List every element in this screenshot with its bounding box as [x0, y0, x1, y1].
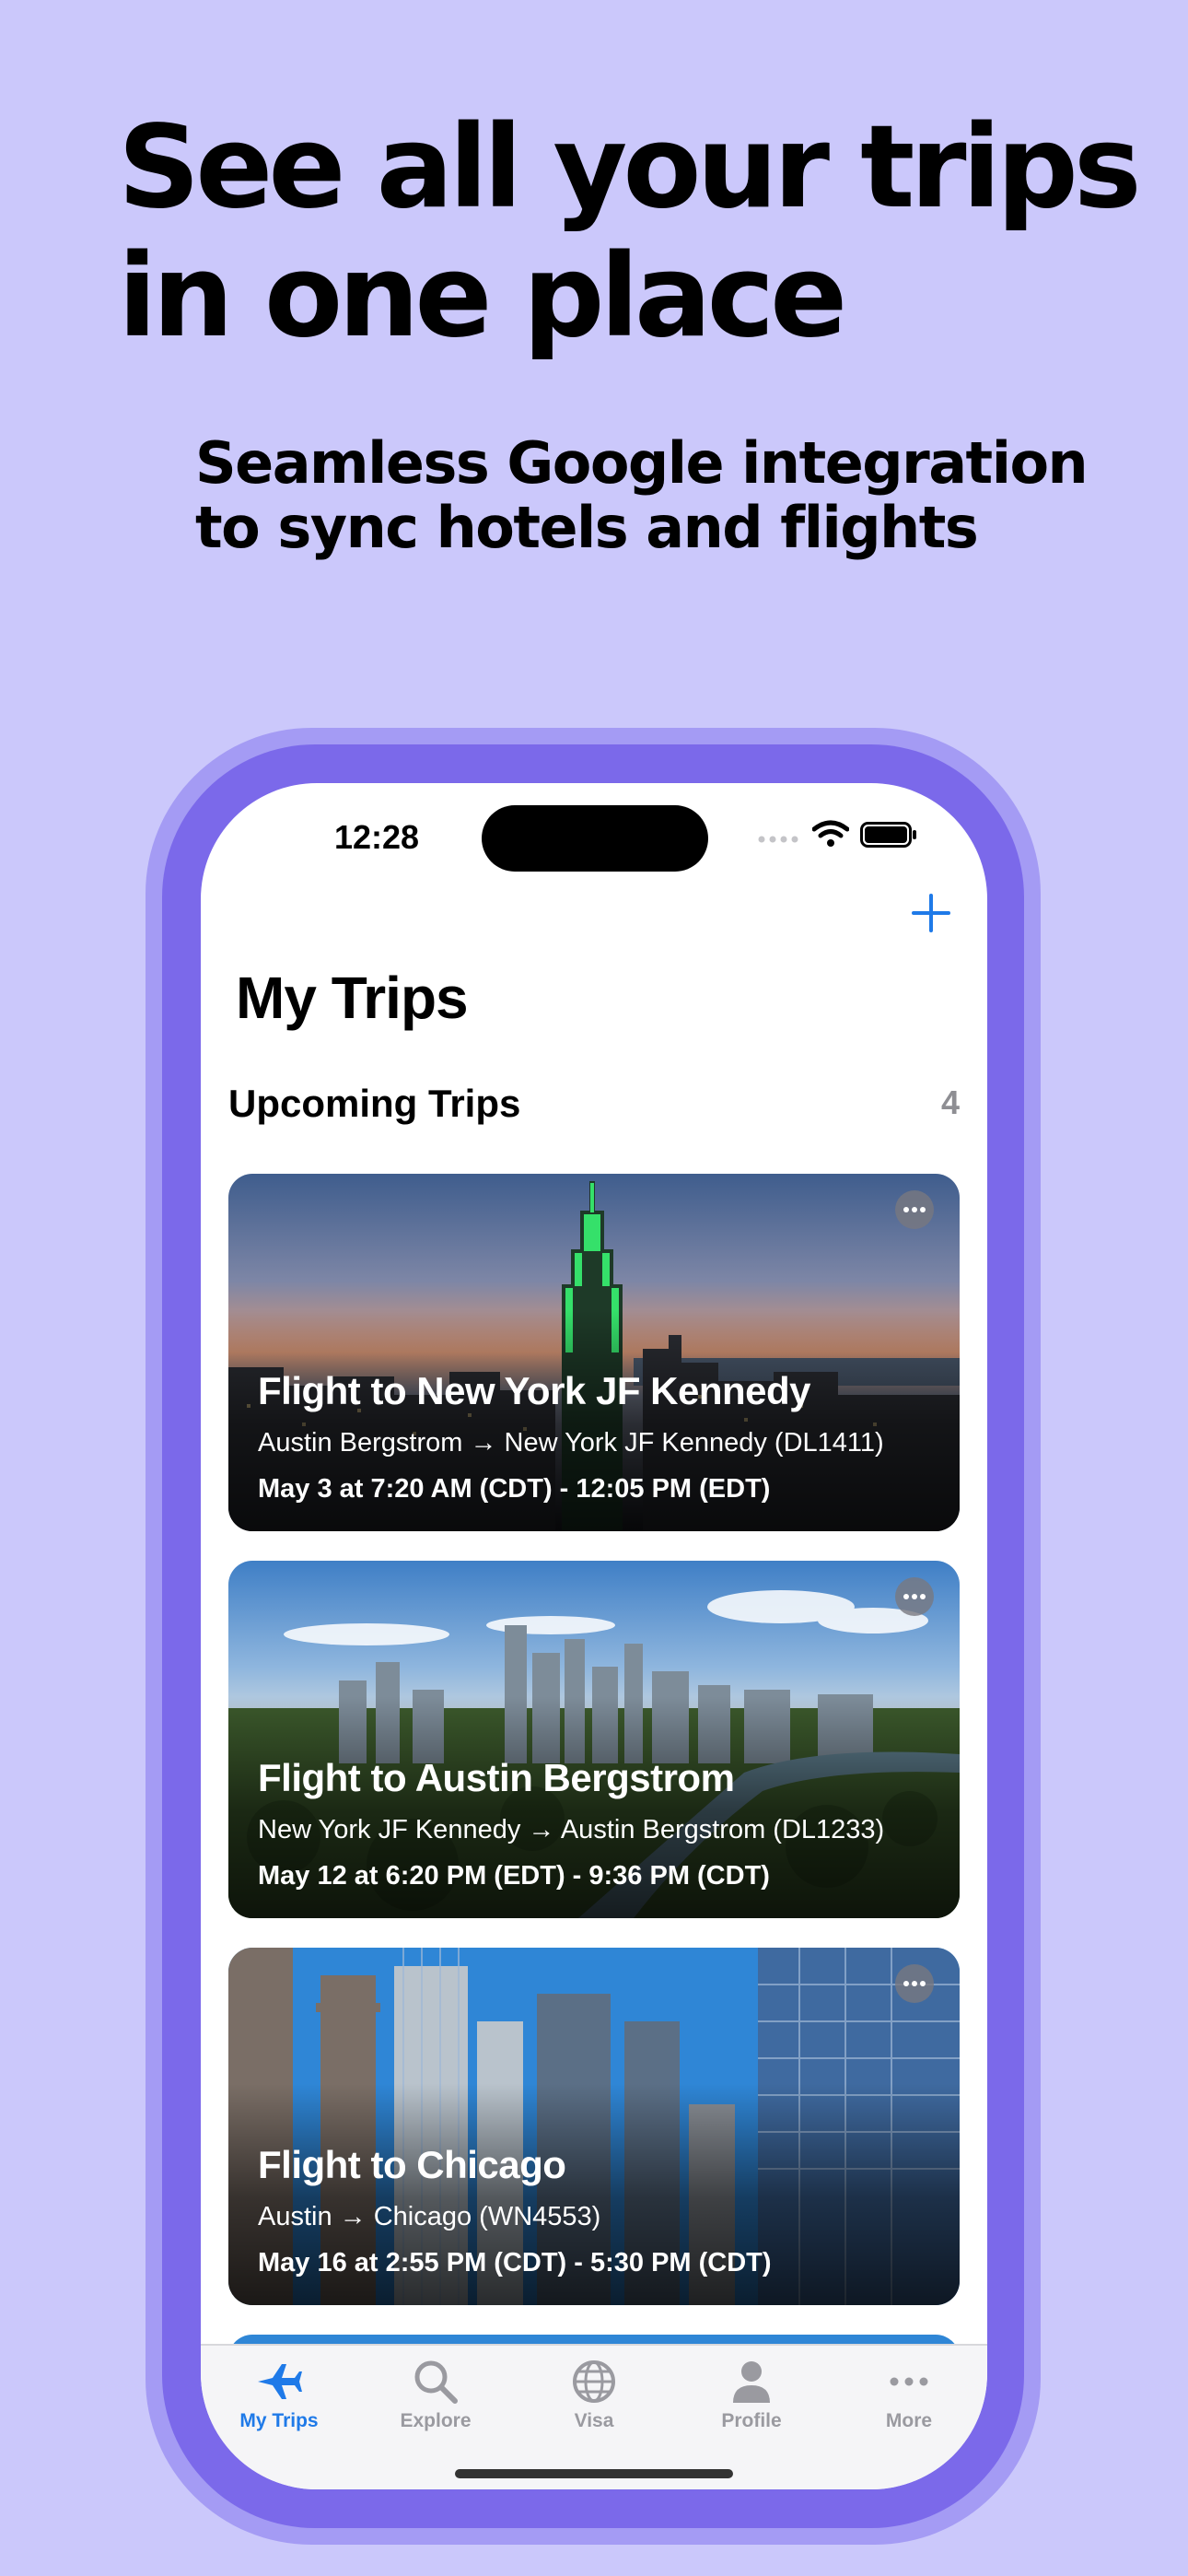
phone-screen: 12:28 My Trips Upcoming Trips 4 Flight t… — [201, 783, 987, 2489]
status-time: 12:28 — [333, 818, 420, 856]
battery-icon — [860, 822, 916, 848]
globe-icon — [573, 2360, 615, 2403]
trip-times: May 12 at 6:20 PM (EDT) - 9:36 PM (CDT) — [258, 1861, 770, 1891]
more-options-button[interactable] — [895, 1577, 934, 1616]
tab-label: Explore — [400, 2410, 472, 2431]
trip-title: Flight to Austin Bergstrom — [258, 1756, 735, 1799]
trip-count: 4 — [940, 1083, 960, 1121]
cellular-signal-icon — [758, 836, 798, 843]
trip-route: New York JF Kennedy → Austin Bergstrom (… — [258, 1815, 885, 1844]
airplane-icon — [258, 2364, 302, 2399]
more-options-button[interactable] — [895, 1964, 934, 2003]
tab-label: Visa — [574, 2410, 614, 2431]
tab-more[interactable]: More — [840, 2357, 978, 2440]
tab-visa[interactable]: Visa — [525, 2357, 663, 2440]
tab-bar: My Trips Explore Visa Profile More — [201, 2344, 987, 2489]
promo-headline: See all your trips in one place — [118, 101, 1142, 363]
section-title: Upcoming Trips — [228, 1082, 521, 1125]
trip-title: Flight to New York JF Kennedy — [258, 1369, 811, 1412]
trip-route: Austin Bergstrom → New York JF Kennedy (… — [258, 1428, 884, 1458]
wifi-icon — [812, 820, 849, 847]
tab-label: Profile — [721, 2410, 782, 2431]
add-trip-button[interactable] — [910, 892, 952, 934]
promo-subheadline: Seamless Google integration to sync hote… — [195, 429, 1089, 561]
home-indicator — [455, 2469, 733, 2478]
ellipsis-icon — [890, 2377, 928, 2386]
magnifying-glass-icon — [414, 2360, 458, 2404]
trip-route: Austin → Chicago (WN4553) — [258, 2202, 601, 2231]
tab-my-trips[interactable]: My Trips — [210, 2357, 348, 2440]
trip-times: May 16 at 2:55 PM (CDT) - 5:30 PM (CDT) — [258, 2248, 772, 2277]
tab-label: More — [885, 2410, 933, 2431]
more-options-button[interactable] — [895, 1190, 934, 1229]
trip-times: May 3 at 7:20 AM (CDT) - 12:05 PM (EDT) — [258, 1474, 771, 1504]
trip-card-austin[interactable]: Flight to Austin Bergstrom New York JF K… — [228, 1561, 960, 1918]
trip-title: Flight to Chicago — [258, 2143, 566, 2186]
trip-card-new-york[interactable]: Flight to New York JF Kennedy Austin Ber… — [228, 1174, 960, 1531]
tab-profile[interactable]: Profile — [682, 2357, 821, 2440]
trip-card-chicago[interactable]: Flight to Chicago Austin → Chicago (WN45… — [228, 1948, 960, 2305]
tab-label: My Trips — [239, 2410, 319, 2431]
person-icon — [733, 2361, 770, 2403]
page-title: My Trips — [236, 965, 469, 1031]
dynamic-island — [482, 805, 708, 872]
tab-explore[interactable]: Explore — [367, 2357, 505, 2440]
